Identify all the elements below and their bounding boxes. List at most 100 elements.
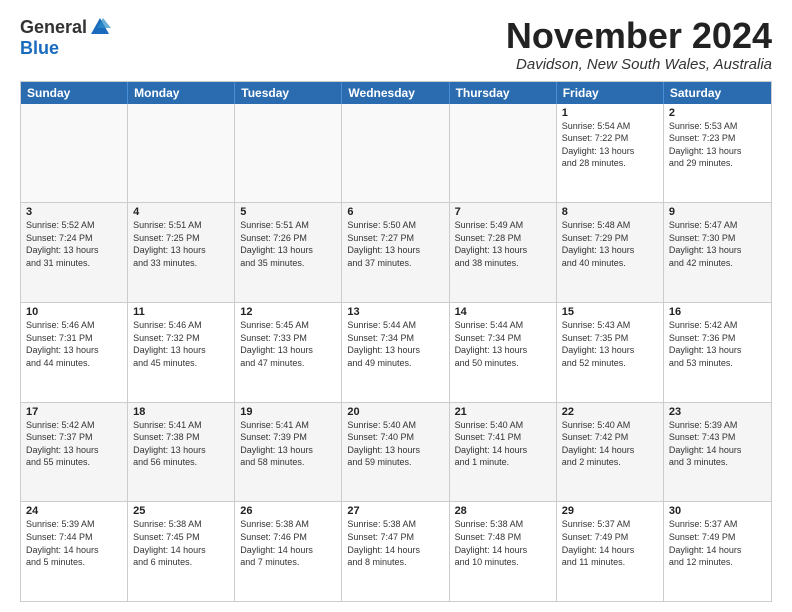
logo-icon [89, 16, 111, 38]
day-cell: 11Sunrise: 5:46 AM Sunset: 7:32 PM Dayli… [128, 303, 235, 402]
day-cell: 3Sunrise: 5:52 AM Sunset: 7:24 PM Daylig… [21, 203, 128, 302]
day-cell: 1Sunrise: 5:54 AM Sunset: 7:22 PM Daylig… [557, 104, 664, 203]
day-cell: 25Sunrise: 5:38 AM Sunset: 7:45 PM Dayli… [128, 502, 235, 601]
day-cell: 13Sunrise: 5:44 AM Sunset: 7:34 PM Dayli… [342, 303, 449, 402]
day-cell: 8Sunrise: 5:48 AM Sunset: 7:29 PM Daylig… [557, 203, 664, 302]
day-info: Sunrise: 5:40 AM Sunset: 7:40 PM Dayligh… [347, 419, 443, 469]
day-number: 22 [562, 406, 658, 418]
day-cell: 26Sunrise: 5:38 AM Sunset: 7:46 PM Dayli… [235, 502, 342, 601]
calendar: SundayMondayTuesdayWednesdayThursdayFrid… [20, 81, 772, 602]
day-info: Sunrise: 5:52 AM Sunset: 7:24 PM Dayligh… [26, 219, 122, 269]
day-number: 30 [669, 505, 766, 517]
day-number: 2 [669, 107, 766, 119]
day-cell: 22Sunrise: 5:40 AM Sunset: 7:42 PM Dayli… [557, 403, 664, 502]
day-info: Sunrise: 5:49 AM Sunset: 7:28 PM Dayligh… [455, 219, 551, 269]
day-header-thursday: Thursday [450, 82, 557, 104]
day-info: Sunrise: 5:48 AM Sunset: 7:29 PM Dayligh… [562, 219, 658, 269]
location: Davidson, New South Wales, Australia [506, 56, 772, 73]
day-header-friday: Friday [557, 82, 664, 104]
day-info: Sunrise: 5:37 AM Sunset: 7:49 PM Dayligh… [562, 518, 658, 568]
day-cell: 16Sunrise: 5:42 AM Sunset: 7:36 PM Dayli… [664, 303, 771, 402]
day-number: 7 [455, 206, 551, 218]
day-cell: 12Sunrise: 5:45 AM Sunset: 7:33 PM Dayli… [235, 303, 342, 402]
day-info: Sunrise: 5:50 AM Sunset: 7:27 PM Dayligh… [347, 219, 443, 269]
day-info: Sunrise: 5:41 AM Sunset: 7:39 PM Dayligh… [240, 419, 336, 469]
day-cell: 10Sunrise: 5:46 AM Sunset: 7:31 PM Dayli… [21, 303, 128, 402]
day-number: 16 [669, 306, 766, 318]
day-number: 20 [347, 406, 443, 418]
day-cell: 19Sunrise: 5:41 AM Sunset: 7:39 PM Dayli… [235, 403, 342, 502]
day-info: Sunrise: 5:38 AM Sunset: 7:45 PM Dayligh… [133, 518, 229, 568]
day-info: Sunrise: 5:44 AM Sunset: 7:34 PM Dayligh… [347, 319, 443, 369]
day-header-wednesday: Wednesday [342, 82, 449, 104]
day-cell: 2Sunrise: 5:53 AM Sunset: 7:23 PM Daylig… [664, 104, 771, 203]
day-info: Sunrise: 5:40 AM Sunset: 7:42 PM Dayligh… [562, 419, 658, 469]
calendar-page: General Blue November 2024 Davidson, New… [0, 0, 792, 612]
day-header-sunday: Sunday [21, 82, 128, 104]
day-header-monday: Monday [128, 82, 235, 104]
day-header-tuesday: Tuesday [235, 82, 342, 104]
day-number: 1 [562, 107, 658, 119]
day-number: 11 [133, 306, 229, 318]
day-number: 29 [562, 505, 658, 517]
day-number: 14 [455, 306, 551, 318]
day-info: Sunrise: 5:54 AM Sunset: 7:22 PM Dayligh… [562, 120, 658, 170]
day-number: 25 [133, 505, 229, 517]
day-number: 27 [347, 505, 443, 517]
day-info: Sunrise: 5:51 AM Sunset: 7:25 PM Dayligh… [133, 219, 229, 269]
day-cell: 24Sunrise: 5:39 AM Sunset: 7:44 PM Dayli… [21, 502, 128, 601]
day-cell: 7Sunrise: 5:49 AM Sunset: 7:28 PM Daylig… [450, 203, 557, 302]
day-number: 10 [26, 306, 122, 318]
day-number: 6 [347, 206, 443, 218]
day-number: 28 [455, 505, 551, 517]
logo-general: General [20, 17, 87, 38]
day-info: Sunrise: 5:40 AM Sunset: 7:41 PM Dayligh… [455, 419, 551, 469]
day-info: Sunrise: 5:47 AM Sunset: 7:30 PM Dayligh… [669, 219, 766, 269]
week-row: 10Sunrise: 5:46 AM Sunset: 7:31 PM Dayli… [21, 302, 771, 402]
day-cell: 17Sunrise: 5:42 AM Sunset: 7:37 PM Dayli… [21, 403, 128, 502]
week-row: 17Sunrise: 5:42 AM Sunset: 7:37 PM Dayli… [21, 402, 771, 502]
day-number: 23 [669, 406, 766, 418]
day-cell [21, 104, 128, 203]
day-cell: 29Sunrise: 5:37 AM Sunset: 7:49 PM Dayli… [557, 502, 664, 601]
day-cell: 4Sunrise: 5:51 AM Sunset: 7:25 PM Daylig… [128, 203, 235, 302]
day-info: Sunrise: 5:44 AM Sunset: 7:34 PM Dayligh… [455, 319, 551, 369]
day-cell: 30Sunrise: 5:37 AM Sunset: 7:49 PM Dayli… [664, 502, 771, 601]
day-number: 15 [562, 306, 658, 318]
day-info: Sunrise: 5:37 AM Sunset: 7:49 PM Dayligh… [669, 518, 766, 568]
title-section: November 2024 Davidson, New South Wales,… [506, 16, 772, 73]
day-info: Sunrise: 5:38 AM Sunset: 7:46 PM Dayligh… [240, 518, 336, 568]
day-info: Sunrise: 5:42 AM Sunset: 7:37 PM Dayligh… [26, 419, 122, 469]
day-header-saturday: Saturday [664, 82, 771, 104]
day-number: 24 [26, 505, 122, 517]
day-cell: 15Sunrise: 5:43 AM Sunset: 7:35 PM Dayli… [557, 303, 664, 402]
day-cell [342, 104, 449, 203]
day-cell [235, 104, 342, 203]
day-number: 17 [26, 406, 122, 418]
day-info: Sunrise: 5:38 AM Sunset: 7:48 PM Dayligh… [455, 518, 551, 568]
day-cell: 14Sunrise: 5:44 AM Sunset: 7:34 PM Dayli… [450, 303, 557, 402]
day-info: Sunrise: 5:39 AM Sunset: 7:43 PM Dayligh… [669, 419, 766, 469]
header: General Blue November 2024 Davidson, New… [20, 16, 772, 73]
day-number: 4 [133, 206, 229, 218]
day-cell: 6Sunrise: 5:50 AM Sunset: 7:27 PM Daylig… [342, 203, 449, 302]
day-number: 9 [669, 206, 766, 218]
day-cell: 20Sunrise: 5:40 AM Sunset: 7:40 PM Dayli… [342, 403, 449, 502]
week-row: 1Sunrise: 5:54 AM Sunset: 7:22 PM Daylig… [21, 104, 771, 203]
day-cell: 28Sunrise: 5:38 AM Sunset: 7:48 PM Dayli… [450, 502, 557, 601]
weeks: 1Sunrise: 5:54 AM Sunset: 7:22 PM Daylig… [21, 104, 771, 601]
day-number: 19 [240, 406, 336, 418]
day-cell: 18Sunrise: 5:41 AM Sunset: 7:38 PM Dayli… [128, 403, 235, 502]
day-info: Sunrise: 5:46 AM Sunset: 7:31 PM Dayligh… [26, 319, 122, 369]
day-info: Sunrise: 5:43 AM Sunset: 7:35 PM Dayligh… [562, 319, 658, 369]
day-cell: 5Sunrise: 5:51 AM Sunset: 7:26 PM Daylig… [235, 203, 342, 302]
day-cell: 21Sunrise: 5:40 AM Sunset: 7:41 PM Dayli… [450, 403, 557, 502]
day-number: 3 [26, 206, 122, 218]
day-cell: 9Sunrise: 5:47 AM Sunset: 7:30 PM Daylig… [664, 203, 771, 302]
day-info: Sunrise: 5:38 AM Sunset: 7:47 PM Dayligh… [347, 518, 443, 568]
day-number: 8 [562, 206, 658, 218]
logo-blue: Blue [20, 38, 59, 59]
day-info: Sunrise: 5:46 AM Sunset: 7:32 PM Dayligh… [133, 319, 229, 369]
day-number: 12 [240, 306, 336, 318]
day-number: 18 [133, 406, 229, 418]
